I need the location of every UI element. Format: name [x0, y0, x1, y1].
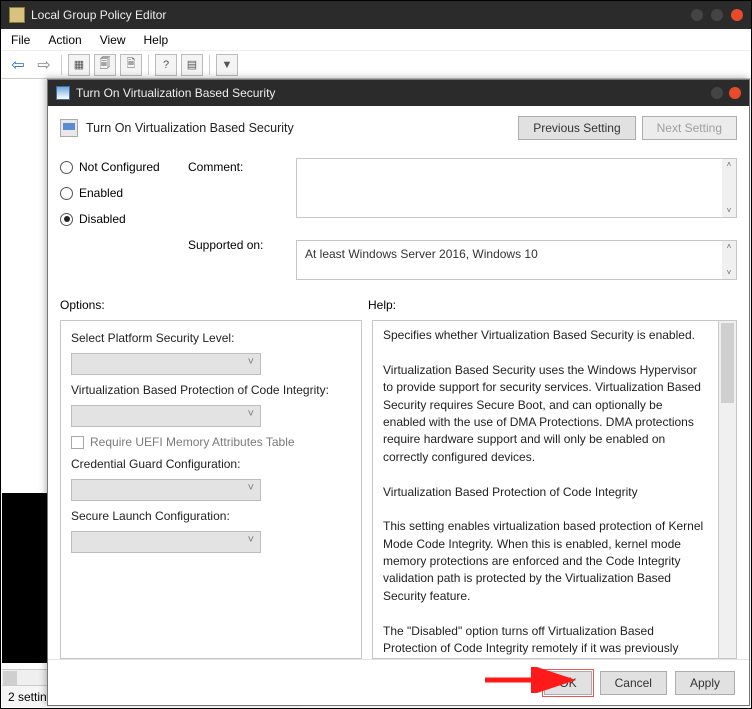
toolbar-btn-4[interactable]: ? — [155, 54, 177, 76]
radio-enabled[interactable]: Enabled — [60, 186, 180, 200]
forward-icon[interactable]: ⇨ — [33, 54, 55, 76]
maximize-icon[interactable] — [711, 9, 723, 21]
dialog-icon — [56, 86, 70, 100]
radio-label: Enabled — [79, 186, 123, 200]
platform-level-dropdown[interactable] — [71, 353, 261, 375]
dialog-minimize-icon[interactable] — [711, 87, 723, 99]
parent-title-text: Local Group Policy Editor — [31, 8, 166, 22]
supported-label: Supported on: — [188, 238, 288, 252]
comment-scrollbar[interactable]: ˄˅ — [722, 159, 736, 217]
help-panel: Specifies whether Virtualization Based S… — [372, 320, 719, 659]
back-icon[interactable]: ⇦ — [7, 54, 29, 76]
help-p5: The "Disabled" option turns off Virtuali… — [383, 623, 708, 659]
ok-label: OK — [559, 676, 576, 690]
cancel-button[interactable]: Cancel — [600, 671, 667, 695]
dialog-footer: OK Cancel Apply — [48, 659, 749, 705]
toolbar-btn-1[interactable]: ▦ — [68, 54, 90, 76]
cred-guard-dropdown[interactable] — [71, 479, 261, 501]
app-icon — [9, 7, 25, 23]
toolbar-btn-5[interactable]: ▤ — [181, 54, 203, 76]
radio-label: Not Configured — [79, 160, 160, 174]
checkbox-icon — [71, 436, 84, 449]
previous-setting-button[interactable]: Previous Setting — [518, 116, 635, 140]
comment-textarea[interactable]: ˄˅ — [296, 158, 737, 218]
supported-scrollbar[interactable]: ˄˅ — [722, 241, 736, 279]
help-p4: This setting enables virtualization base… — [383, 518, 708, 605]
filter-icon[interactable]: ▼ — [216, 54, 238, 76]
options-panel: Select Platform Security Level: Virtuali… — [60, 320, 362, 659]
cancel-label: Cancel — [615, 676, 652, 690]
toolbar-btn-2[interactable]: 🗐 — [94, 54, 116, 76]
policy-dialog: Turn On Virtualization Based Security Tu… — [47, 79, 750, 706]
policy-heading: Turn On Virtualization Based Security — [86, 121, 294, 135]
menubar: File Action View Help — [1, 29, 751, 51]
policy-icon — [60, 119, 78, 137]
dialog-close-icon[interactable] — [729, 87, 741, 99]
apply-label: Apply — [690, 676, 720, 690]
menu-file[interactable]: File — [11, 33, 30, 47]
apply-button[interactable]: Apply — [675, 671, 735, 695]
help-p1: Specifies whether Virtualization Based S… — [383, 327, 708, 344]
opt-codeintegrity-label: Virtualization Based Protection of Code … — [71, 383, 351, 397]
separator — [148, 55, 149, 75]
ok-button[interactable]: OK — [544, 671, 591, 695]
help-label: Help: — [368, 298, 396, 312]
opt-credguard-label: Credential Guard Configuration: — [71, 457, 351, 471]
comment-label: Comment: — [188, 158, 288, 174]
next-label: Next Setting — [657, 121, 722, 135]
options-label: Options: — [60, 298, 368, 312]
code-integrity-dropdown[interactable] — [71, 405, 261, 427]
uefi-label: Require UEFI Memory Attributes Table — [90, 435, 295, 449]
prev-label: Previous Setting — [533, 121, 620, 135]
scroll-left-icon[interactable] — [3, 671, 17, 685]
menu-help[interactable]: Help — [144, 33, 169, 47]
uefi-checkbox[interactable]: Require UEFI Memory Attributes Table — [71, 435, 351, 449]
secure-launch-dropdown[interactable] — [71, 531, 261, 553]
menu-view[interactable]: View — [100, 33, 126, 47]
supported-on-field: At least Windows Server 2016, Windows 10… — [296, 240, 737, 280]
help-scrollbar[interactable] — [719, 320, 737, 659]
toolbar-btn-3[interactable]: 🗎 — [120, 54, 142, 76]
opt-platform-label: Select Platform Security Level: — [71, 331, 351, 345]
next-setting-button: Next Setting — [642, 116, 737, 140]
parent-titlebar[interactable]: Local Group Policy Editor — [1, 1, 751, 29]
menu-action[interactable]: Action — [48, 33, 81, 47]
separator — [209, 55, 210, 75]
radio-label: Disabled — [79, 212, 126, 226]
radio-not-configured[interactable]: Not Configured — [60, 160, 180, 174]
supported-text: At least Windows Server 2016, Windows 10 — [305, 247, 538, 261]
radio-disabled[interactable]: Disabled — [60, 212, 180, 226]
separator — [61, 55, 62, 75]
toolbar: ⇦ ⇨ ▦ 🗐 🗎 ? ▤ ▼ — [1, 51, 751, 79]
minimize-icon[interactable] — [691, 9, 703, 21]
dialog-titlebar[interactable]: Turn On Virtualization Based Security — [48, 80, 749, 106]
help-p2: Virtualization Based Security uses the W… — [383, 362, 708, 466]
opt-securelaunch-label: Secure Launch Configuration: — [71, 509, 351, 523]
dialog-title-text: Turn On Virtualization Based Security — [76, 86, 275, 100]
close-icon[interactable] — [731, 9, 743, 21]
help-p3: Virtualization Based Protection of Code … — [383, 484, 708, 501]
